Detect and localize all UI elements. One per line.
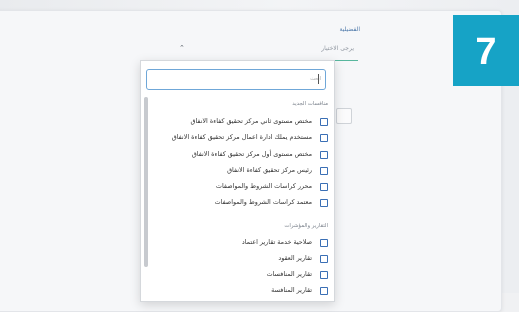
filter-label: الفضيلية xyxy=(339,26,360,33)
group-header-tenders: منافسات الجديد xyxy=(292,101,328,107)
option-label: رئيس مركز تحقيق كفاءة الانفاق xyxy=(227,166,312,174)
option-label: محرر كراسات الشروط والمواصفات xyxy=(215,182,312,190)
option-label: مختص مستوى ثاني مركز تحقيق كفاءة الانفاق xyxy=(190,117,312,125)
option-label: مختص مستوى أول مركز تحقيق كفاءة الانفاق xyxy=(191,150,312,158)
checkbox[interactable] xyxy=(320,239,328,247)
checkbox[interactable] xyxy=(320,118,328,126)
option-item[interactable]: معتمد كراسات الشروط والمواصفات xyxy=(158,198,328,210)
permissions-dropdown: ابحث منافسات الجديد مختص مستوى ثاني مركز… xyxy=(140,60,335,302)
option-label: صلاحية خدمة تقارير اعتماد xyxy=(241,238,312,246)
option-label: تقارير العقود xyxy=(278,254,312,262)
chevron-up-icon[interactable]: ⌃ xyxy=(179,44,185,52)
option-item[interactable]: مختص مستوى أول مركز تحقيق كفاءة الانفاق xyxy=(158,150,328,162)
permissions-select[interactable]: ⌃ يرجى الاختيار xyxy=(145,42,358,61)
checkbox[interactable] xyxy=(320,287,328,295)
checkbox[interactable] xyxy=(320,199,328,207)
checkbox[interactable] xyxy=(320,271,328,279)
dropdown-scrollbar[interactable] xyxy=(144,97,148,267)
option-item[interactable]: مختص مستوى ثاني مركز تحقيق كفاءة الانفاق xyxy=(158,117,328,129)
select-placeholder: يرجى الاختيار xyxy=(321,45,354,52)
text-caret xyxy=(318,74,319,84)
checkbox[interactable] xyxy=(320,167,328,175)
option-item[interactable]: رئيس مركز تحقيق كفاءة الانفاق xyxy=(158,166,328,178)
option-item[interactable]: مستخدم يملك ادارة اعمال مركز تحقيق كفاءة… xyxy=(158,133,328,145)
option-item[interactable]: تقارير المنافسة xyxy=(158,286,328,298)
checkbox[interactable] xyxy=(320,255,328,263)
background-field[interactable] xyxy=(336,108,352,124)
group-header-reports: التقارير والمؤشرات xyxy=(284,223,328,229)
option-label: مستخدم يملك ادارة اعمال مركز تحقيق كفاءة… xyxy=(171,133,312,141)
dropdown-search-input[interactable]: ابحث xyxy=(146,69,326,90)
option-item[interactable]: تقارير المنافسات xyxy=(158,270,328,282)
option-item[interactable]: تقارير العقود xyxy=(158,254,328,266)
option-label: معتمد كراسات الشروط والمواصفات xyxy=(214,198,312,206)
step-number: 7 xyxy=(475,31,497,73)
step-number-badge: 7 xyxy=(453,15,519,86)
option-label: تقارير المنافسات xyxy=(266,270,312,278)
option-item[interactable]: صلاحية خدمة تقارير اعتماد xyxy=(158,238,328,250)
checkbox[interactable] xyxy=(320,134,328,142)
option-item[interactable]: محرر كراسات الشروط والمواصفات xyxy=(158,182,328,194)
search-placeholder: ابحث xyxy=(310,76,321,82)
checkbox[interactable] xyxy=(320,183,328,191)
checkbox[interactable] xyxy=(320,151,328,159)
